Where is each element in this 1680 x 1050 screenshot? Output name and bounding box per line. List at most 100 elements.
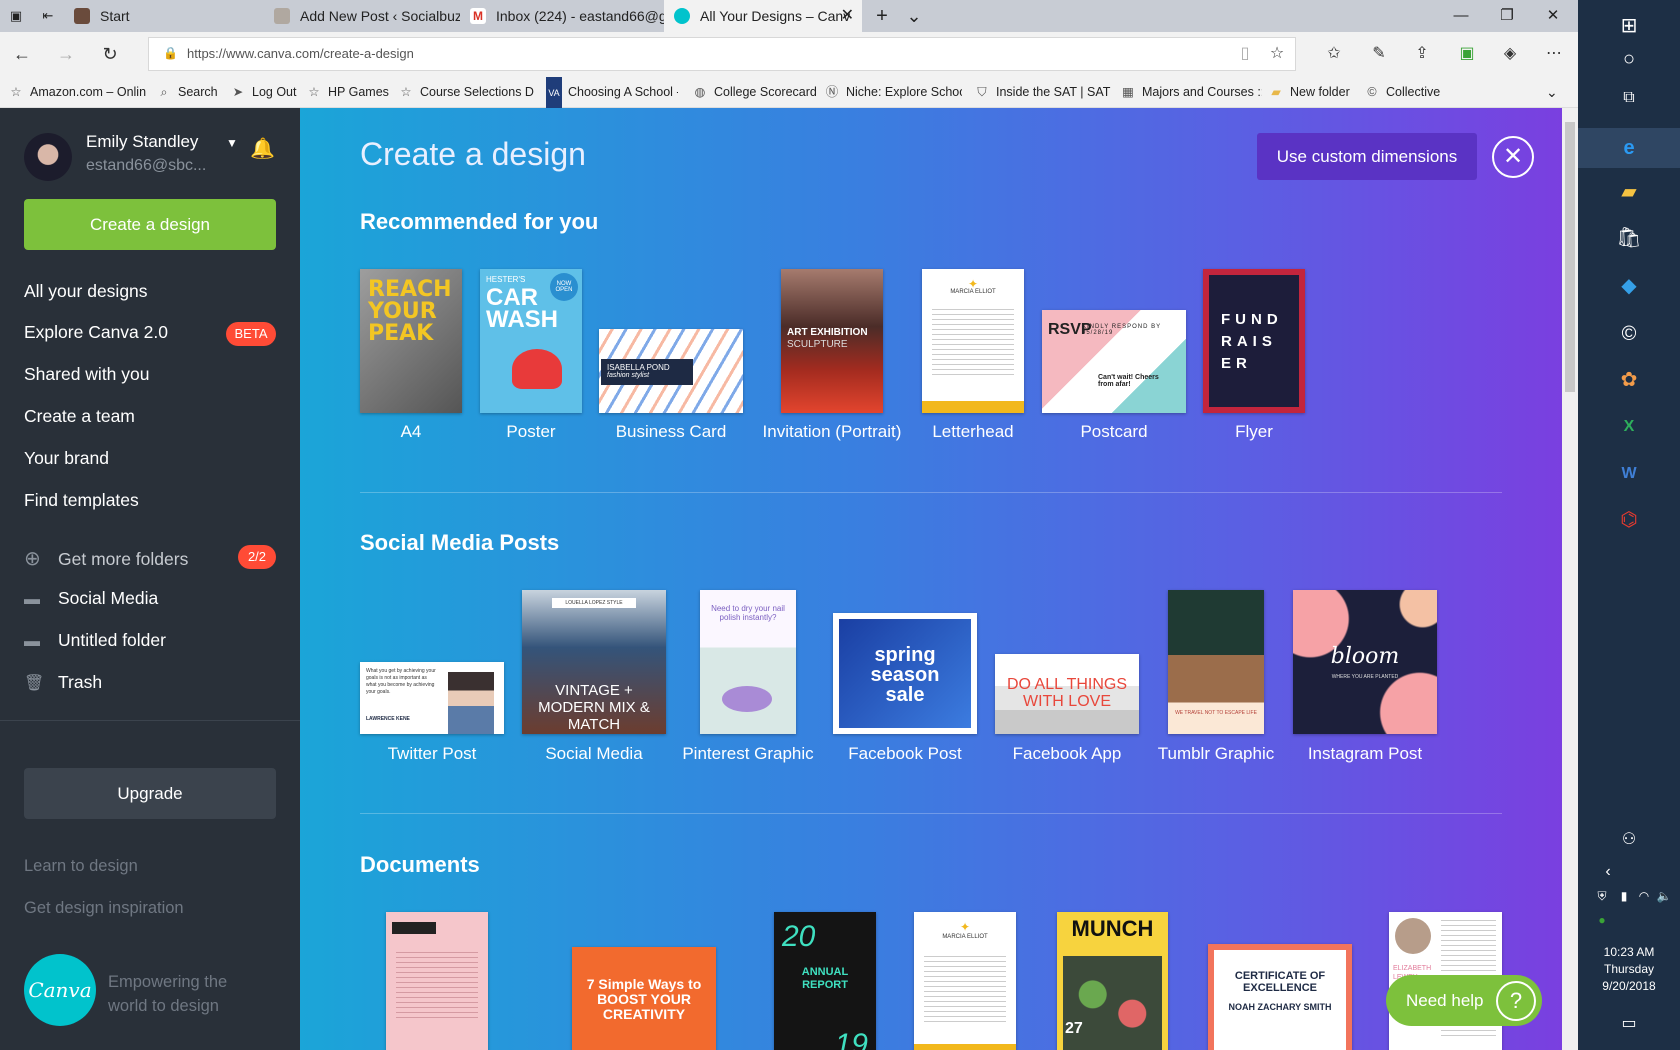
label-tumblr-graphic[interactable]: Tumblr Graphic (1136, 744, 1296, 764)
store-icon[interactable]: 🛍 (1613, 222, 1645, 254)
template-certificate[interactable]: CERTIFICATE OF EXCELLENCE NOAH ZACHARY S… (1208, 944, 1352, 1050)
template-pinterest-graphic[interactable]: Need to dry your nail polish instantly? (700, 590, 796, 734)
set-aside-tabs-icon[interactable]: ⇤ (40, 8, 56, 24)
template-postcard[interactable]: RSVP KINDLY RESPOND BY 05/28/19 Can't wa… (1042, 310, 1186, 413)
favorite-logout[interactable]: ➤ Log Out (230, 76, 302, 108)
label-pinterest-graphic[interactable]: Pinterest Graphic (668, 744, 828, 764)
template-flyer[interactable]: FUND RAIS ER (1203, 269, 1305, 413)
label-instagram-post[interactable]: Instagram Post (1275, 744, 1455, 764)
favorite-hp-games[interactable]: ☆ HP Games (306, 76, 390, 108)
learn-to-design-link[interactable]: Learn to design (24, 857, 138, 876)
url-field[interactable]: 🔒 https://www.canva.com/create-a-design … (148, 37, 1296, 71)
tab-canva[interactable]: All Your Designs – Canv ✕ (664, 0, 862, 32)
share-icon[interactable]: ⇪ (1410, 42, 1434, 66)
nav-shared-with-you[interactable]: Shared with you (24, 364, 150, 385)
custom-dimensions-button[interactable]: Use custom dimensions (1257, 133, 1477, 180)
forward-icon[interactable]: → (54, 42, 78, 66)
favorite-star-icon[interactable]: ☆ (1265, 42, 1289, 66)
template-letterhead[interactable]: ✦ MARCIA ELLIOT (922, 269, 1024, 413)
label-facebook-post[interactable]: Facebook Post (815, 744, 995, 764)
label-postcard[interactable]: Postcard (1042, 422, 1186, 442)
tab-socialbuzz[interactable]: Add New Post ‹ Socialbuzzh (264, 0, 460, 32)
label-twitter-post[interactable]: Twitter Post (360, 744, 504, 764)
user-name[interactable]: Emily Standley (86, 132, 198, 152)
label-facebook-app[interactable]: Facebook App (977, 744, 1157, 764)
task-view-icon[interactable]: ⧉ (1613, 82, 1645, 114)
people-icon[interactable]: ⚇ (1613, 824, 1645, 856)
file-explorer-icon[interactable]: ▰ (1613, 176, 1645, 208)
label-business-card[interactable]: Business Card (599, 422, 743, 442)
upgrade-button[interactable]: Upgrade (24, 768, 276, 819)
get-more-folders[interactable]: ⊕ Get more folders (24, 546, 188, 571)
design-inspiration-link[interactable]: Get design inspiration (24, 899, 184, 918)
label-invitation[interactable]: Invitation (Portrait) (760, 422, 904, 442)
template-twitter-post[interactable]: What you get by achieving your goals is … (360, 662, 504, 734)
action-center-icon[interactable]: ▭ (1613, 1008, 1645, 1040)
template-tumblr-graphic[interactable]: WE TRAVEL NOT TO ESCAPE LIFE (1168, 590, 1264, 734)
tab-start[interactable]: Start (64, 0, 264, 32)
more-icon[interactable]: ⋯ (1542, 42, 1566, 66)
nav-explore-canva[interactable]: Explore Canva 2.0 (24, 322, 168, 343)
template-instagram-post[interactable]: bloom WHERE YOU ARE PLANTED (1293, 590, 1437, 734)
collective-app-icon[interactable]: © (1613, 318, 1645, 350)
template-document-1[interactable] (386, 912, 488, 1050)
template-facebook-post[interactable]: spring season sale (833, 613, 977, 734)
create-design-button[interactable]: Create a design (24, 199, 276, 250)
extension-icon[interactable]: ▣ (1455, 42, 1479, 66)
template-invitation[interactable]: ART EXHIBITION SCULPTURE (781, 269, 883, 413)
template-a4[interactable]: REACH YOUR PEAK (360, 269, 462, 413)
edge-icon[interactable]: e (1578, 128, 1680, 168)
label-poster[interactable]: Poster (480, 422, 582, 442)
task-view-icon[interactable]: ▣ (8, 8, 24, 24)
nav-create-team[interactable]: Create a team (24, 406, 135, 427)
notes-icon[interactable]: ✎ (1367, 42, 1391, 66)
label-flyer[interactable]: Flyer (1203, 422, 1305, 442)
minimize-button[interactable]: — (1438, 0, 1484, 32)
excel-icon[interactable]: X (1613, 411, 1645, 443)
template-poster[interactable]: HESTER'S NOW OPEN CAR WASH (480, 269, 582, 413)
favorites-overflow-icon[interactable]: ⌄ (1546, 76, 1566, 108)
close-icon[interactable]: ✕ (1492, 136, 1534, 178)
tab-list-icon[interactable]: ⌄ (906, 7, 922, 25)
system-clock[interactable]: 10:23 AM Thursday 9/20/2018 (1578, 944, 1680, 995)
refresh-icon[interactable]: ↻ (98, 42, 122, 66)
scrollbar-thumb[interactable] (1565, 122, 1575, 392)
new-tab-icon[interactable]: + (874, 6, 890, 26)
favorite-collective[interactable]: © Collective (1364, 76, 1464, 108)
favorite-amazon[interactable]: ☆ Amazon.com – Onlin (8, 76, 146, 108)
favorite-niche[interactable]: Ⓝ Niche: Explore Schoo (824, 76, 962, 108)
favorite-search[interactable]: ⌕ Search (156, 76, 224, 108)
word-icon[interactable]: W (1613, 458, 1645, 490)
evernote-icon[interactable]: ◈ (1498, 42, 1522, 66)
reading-view-icon[interactable]: ▯ (1233, 42, 1257, 66)
template-munch[interactable]: MUNCH 27 (1057, 912, 1168, 1050)
page-scrollbar[interactable] (1562, 108, 1578, 1050)
template-facebook-app[interactable]: DO ALL THINGS WITH LOVE (995, 654, 1139, 734)
account-caret-icon[interactable]: ▼ (226, 136, 238, 150)
favorites-hub-icon[interactable]: ✩ (1322, 42, 1346, 66)
nav-your-brand[interactable]: Your brand (24, 448, 109, 469)
template-business-card[interactable]: ISABELLA POND fashion stylist (599, 329, 743, 413)
nav-find-templates[interactable]: Find templates (24, 490, 139, 511)
nav-all-designs[interactable]: All your designs (24, 281, 148, 302)
folder-social-media[interactable]: ▬ Social Media (24, 588, 158, 609)
label-a4[interactable]: A4 (360, 422, 462, 442)
bell-icon[interactable]: 🔔 (250, 136, 275, 161)
favorite-college-scorecard[interactable]: ◍ College Scorecard (692, 76, 816, 108)
favorite-course-selections[interactable]: ☆ Course Selections DH (398, 76, 534, 108)
favorite-new-folder[interactable]: ▰ New folder (1268, 76, 1368, 108)
photos-icon[interactable]: ✿ (1613, 364, 1645, 396)
restore-button[interactable]: ❐ (1484, 0, 1530, 32)
favorite-choosing-school[interactable]: VA Choosing A School - (546, 76, 678, 108)
tab-inbox[interactable]: M Inbox (224) - eastand66@g (460, 0, 664, 32)
favorite-majors[interactable]: ▦ Majors and Courses :: (1120, 76, 1262, 108)
back-icon[interactable]: ← (10, 42, 34, 66)
label-social-media[interactable]: Social Media (504, 744, 684, 764)
avatar[interactable] (24, 133, 72, 181)
folder-untitled[interactable]: ▬ Untitled folder (24, 630, 166, 651)
folder-trash[interactable]: 🗑 Trash (24, 672, 102, 693)
cortana-icon[interactable]: ○ (1613, 43, 1645, 75)
template-annual-report[interactable]: 20 ANNUAL REPORT 19 (774, 912, 876, 1050)
sync-icon[interactable]: ● (1586, 904, 1618, 936)
tab-close-icon[interactable]: ✕ (841, 0, 854, 32)
